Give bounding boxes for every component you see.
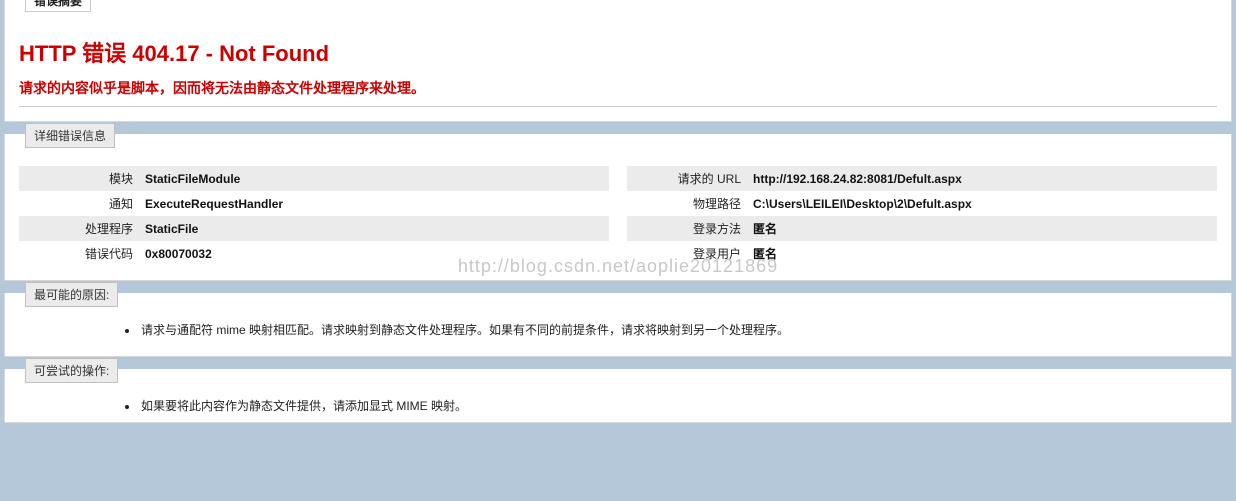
- error-subtitle: 请求的内容似乎是脚本，因而将无法由静态文件处理程序来处理。: [19, 78, 1217, 98]
- error-title: HTTP 错误 404.17 - Not Found: [19, 36, 1217, 68]
- detail-legend: 详细错误信息: [25, 123, 115, 148]
- actions-list: 如果要将此内容作为静态文件提供，请添加显式 MIME 映射。: [19, 397, 1217, 414]
- actions-legend: 可尝试的操作:: [25, 358, 118, 383]
- detail-section: 详细错误信息 模块StaticFileModule 通知ExecuteReque…: [4, 134, 1232, 281]
- summary-legend: 错误摘要: [25, 0, 91, 12]
- table-row: 处理程序StaticFile: [19, 216, 609, 241]
- table-row: 登录用户匿名: [627, 241, 1217, 266]
- error-summary-section: 错误摘要 HTTP 错误 404.17 - Not Found 请求的内容似乎是…: [4, 0, 1232, 122]
- label-url: 请求的 URL: [627, 166, 747, 191]
- table-row: 错误代码0x80070032: [19, 241, 609, 266]
- causes-section: 最可能的原因: 请求与通配符 mime 映射相匹配。请求映射到静态文件处理程序。…: [4, 293, 1232, 357]
- value-handler: StaticFile: [139, 216, 609, 241]
- label-login-method: 登录方法: [627, 216, 747, 241]
- table-row: 请求的 URLhttp://192.168.24.82:8081/Defult.…: [627, 166, 1217, 191]
- label-module: 模块: [19, 166, 139, 191]
- value-errcode: 0x80070032: [139, 241, 609, 266]
- list-item: 请求与通配符 mime 映射相匹配。请求映射到静态文件处理程序。如果有不同的前提…: [139, 321, 1217, 338]
- value-login-user: 匿名: [747, 241, 1217, 266]
- value-notification: ExecuteRequestHandler: [139, 191, 609, 216]
- actions-section: 可尝试的操作: 如果要将此内容作为静态文件提供，请添加显式 MIME 映射。: [4, 369, 1232, 423]
- label-notification: 通知: [19, 191, 139, 216]
- label-path: 物理路径: [627, 191, 747, 216]
- label-login-user: 登录用户: [627, 241, 747, 266]
- divider: [19, 106, 1217, 107]
- label-errcode: 错误代码: [19, 241, 139, 266]
- detail-table-left: 模块StaticFileModule 通知ExecuteRequestHandl…: [19, 166, 609, 266]
- value-module: StaticFileModule: [139, 166, 609, 191]
- causes-list: 请求与通配符 mime 映射相匹配。请求映射到静态文件处理程序。如果有不同的前提…: [19, 321, 1217, 338]
- table-row: 通知ExecuteRequestHandler: [19, 191, 609, 216]
- table-row: 物理路径C:\Users\LEILEI\Desktop\2\Defult.asp…: [627, 191, 1217, 216]
- table-row: 登录方法匿名: [627, 216, 1217, 241]
- value-login-method: 匿名: [747, 216, 1217, 241]
- detail-table-right: 请求的 URLhttp://192.168.24.82:8081/Defult.…: [627, 166, 1217, 266]
- value-path: C:\Users\LEILEI\Desktop\2\Defult.aspx: [747, 191, 1217, 216]
- causes-legend: 最可能的原因:: [25, 282, 118, 307]
- value-url: http://192.168.24.82:8081/Defult.aspx: [747, 166, 1217, 191]
- table-row: 模块StaticFileModule: [19, 166, 609, 191]
- list-item: 如果要将此内容作为静态文件提供，请添加显式 MIME 映射。: [139, 397, 1217, 414]
- label-handler: 处理程序: [19, 216, 139, 241]
